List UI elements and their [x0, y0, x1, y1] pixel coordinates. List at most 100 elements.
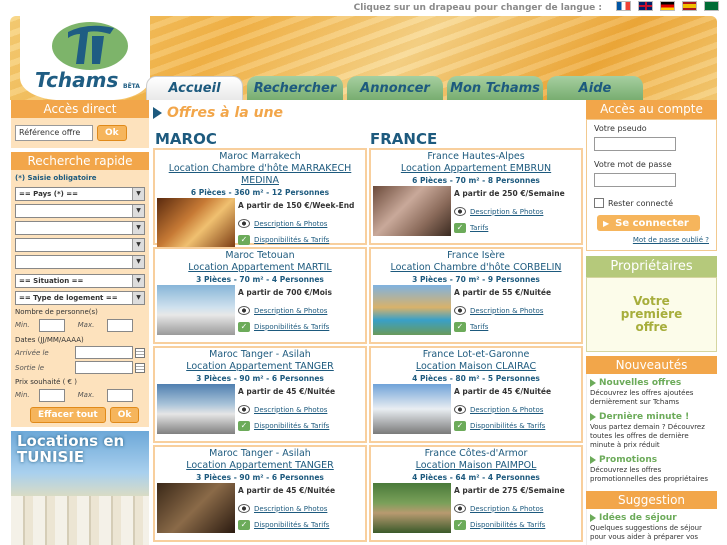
- offer-specs: 3 Pièces - 90 m² - 6 Personnes: [196, 473, 324, 482]
- tarifs-link[interactable]: Tarifs: [470, 224, 488, 232]
- reference-input[interactable]: Référence offre: [15, 125, 93, 141]
- disponibilites-tarifs-link[interactable]: Disponibilités & Tarifs: [254, 236, 329, 244]
- eye-icon: [454, 207, 466, 216]
- country-heading-france: FRANCE: [370, 130, 438, 148]
- description-photos-link[interactable]: Description & Photos: [254, 220, 327, 228]
- offer-title-link[interactable]: Location Maison CLAIRAC: [373, 361, 579, 373]
- sortie-input[interactable]: [75, 361, 133, 374]
- offer-card[interactable]: France Côtes-d'Armor Location Maison PAI…: [369, 445, 583, 542]
- offer-photo[interactable]: [373, 186, 451, 236]
- effacer-tout-button[interactable]: Effacer tout: [30, 407, 106, 423]
- disponibilites-tarifs-link[interactable]: Disponibilités & Tarifs: [254, 422, 329, 430]
- offer-title-link[interactable]: Location Appartement TANGER: [157, 460, 363, 472]
- offer-card[interactable]: France Isère Location Chambre d'hôte COR…: [369, 247, 583, 344]
- acces-direct-panel: Référence offre Ok: [11, 118, 149, 148]
- flag-ar-icon[interactable]: [704, 1, 719, 11]
- offer-card[interactable]: Maroc Marrakech Location Chambre d'hôte …: [153, 148, 367, 248]
- flag-de-icon[interactable]: [660, 1, 675, 11]
- quartier-select[interactable]: [15, 255, 145, 269]
- rester-connecte-checkbox[interactable]: [594, 198, 604, 208]
- suggestion-item-title[interactable]: Idées de séjour: [590, 512, 714, 524]
- nb-personnes-label: Nombre de personne(s): [15, 308, 98, 316]
- offer-photo[interactable]: [373, 384, 451, 434]
- type-logement-select[interactable]: == Type de logement ==: [15, 291, 145, 305]
- offer-price: A partir de 45 €/Nuitée: [238, 387, 336, 396]
- arrivee-input[interactable]: [75, 346, 133, 359]
- calendar-icon[interactable]: [135, 347, 145, 358]
- description-photos-link[interactable]: Description & Photos: [470, 406, 543, 414]
- description-photos-link[interactable]: Description & Photos: [470, 505, 543, 513]
- disponibilites-tarifs-link[interactable]: Disponibilités & Tarifs: [254, 521, 329, 529]
- password-input[interactable]: [594, 173, 676, 187]
- region-select[interactable]: [15, 204, 145, 218]
- news-item-title[interactable]: Nouvelles offres: [590, 377, 714, 389]
- offer-specs: 4 Pièces - 64 m² - 4 Personnes: [412, 473, 540, 482]
- offer-photo[interactable]: [373, 483, 451, 533]
- personnes-max-input[interactable]: [107, 318, 133, 332]
- description-photos-link[interactable]: Description & Photos: [254, 406, 327, 414]
- offer-title-link[interactable]: Location Appartement MARTIL: [157, 262, 363, 274]
- offer-card[interactable]: Maroc Tanger - Asilah Location Apparteme…: [153, 346, 367, 443]
- nouveautes-list: Nouvelles offres Découvrez les offres aj…: [586, 374, 717, 491]
- pays-select[interactable]: == Pays (*) ==: [15, 187, 145, 201]
- calendar-icon[interactable]: [135, 362, 145, 373]
- disponibilites-tarifs-link[interactable]: Disponibilités & Tarifs: [254, 323, 329, 331]
- tunisie-banner[interactable]: Locations en TUNISIE: [11, 431, 149, 545]
- situation-select[interactable]: == Situation ==: [15, 274, 145, 288]
- offer-price: A partir de 700 €/Mois: [238, 288, 332, 297]
- password-label: Votre mot de passe: [594, 160, 672, 169]
- offres-title: Offres à la une: [153, 100, 583, 126]
- tab-accueil[interactable]: Accueil: [146, 76, 243, 100]
- offer-title-link[interactable]: Location Appartement TANGER: [157, 361, 363, 373]
- flag-es-icon[interactable]: [682, 1, 697, 11]
- forgot-password-link[interactable]: Mot de passe oublié ?: [594, 236, 709, 246]
- check-icon: ✓: [454, 321, 466, 332]
- disponibilites-tarifs-link[interactable]: Disponibilités & Tarifs: [470, 521, 545, 529]
- offer-photo[interactable]: [157, 483, 235, 533]
- prix-max-input[interactable]: [107, 388, 133, 402]
- premiere-offre-banner[interactable]: Votre première offre: [586, 277, 717, 352]
- flag-fr-icon[interactable]: [616, 1, 631, 11]
- description-photos-link[interactable]: Description & Photos: [254, 505, 327, 513]
- offer-title-link[interactable]: Location Maison PAIMPOL: [373, 460, 579, 472]
- offer-title-link[interactable]: Location Chambre d'hôte CORBELIN: [373, 262, 579, 274]
- description-photos-link[interactable]: Description & Photos: [470, 208, 543, 216]
- departement-select[interactable]: [15, 221, 145, 235]
- eye-icon: [238, 306, 250, 315]
- offer-card[interactable]: France Lot-et-Garonne Location Maison CL…: [369, 346, 583, 443]
- news-item-text: Découvrez les offres promotionnelles des…: [590, 466, 709, 483]
- tarifs-link[interactable]: Tarifs: [470, 323, 488, 331]
- offer-photo[interactable]: [157, 384, 235, 434]
- se-connecter-label: Se connecter: [615, 217, 689, 229]
- search-ok-button[interactable]: Ok: [109, 407, 140, 423]
- offer-photo[interactable]: [157, 198, 235, 248]
- description-photos-link[interactable]: Description & Photos: [254, 307, 327, 315]
- offer-title-link[interactable]: Location Appartement EMBRUN: [373, 163, 579, 175]
- country-heading-maroc: MAROC: [155, 130, 217, 148]
- news-item-title[interactable]: Dernière minute !: [590, 411, 714, 423]
- logo[interactable]: Tchams BÊTA: [20, 14, 150, 100]
- offer-photo[interactable]: [373, 285, 451, 335]
- tab-mon-tchams[interactable]: Mon Tchams: [447, 76, 543, 100]
- se-connecter-button[interactable]: ▶ Se connecter: [597, 215, 700, 231]
- disponibilites-tarifs-link[interactable]: Disponibilités & Tarifs: [470, 422, 545, 430]
- pseudo-input[interactable]: [594, 137, 676, 151]
- offer-title-link[interactable]: Location Chambre d'hôte MARRAKECH MEDINA: [157, 163, 363, 187]
- offer-card[interactable]: Maroc Tetouan Location Appartement MARTI…: [153, 247, 367, 344]
- description-photos-link[interactable]: Description & Photos: [470, 307, 543, 315]
- tab-annoncer[interactable]: Annoncer: [347, 76, 443, 100]
- offer-region: France Lot-et-Garonne: [422, 349, 530, 360]
- ville-select[interactable]: [15, 238, 145, 252]
- tab-aide[interactable]: Aide: [547, 76, 643, 100]
- offer-photo[interactable]: [157, 285, 235, 335]
- offer-card[interactable]: Maroc Tanger - Asilah Location Apparteme…: [153, 445, 367, 542]
- reference-ok-button[interactable]: Ok: [97, 125, 127, 141]
- flag-uk-icon[interactable]: [638, 1, 653, 11]
- suggestion-item-text: Quelques suggestions de séjour pour vous…: [590, 524, 702, 541]
- left-sidebar: Accès direct Référence offre Ok Recherch…: [11, 100, 149, 545]
- tab-rechercher[interactable]: Rechercher: [247, 76, 343, 100]
- news-item-title[interactable]: Promotions: [590, 454, 714, 466]
- personnes-min-input[interactable]: [39, 318, 65, 332]
- prix-min-input[interactable]: [39, 388, 65, 402]
- offer-card[interactable]: France Hautes-Alpes Location Appartement…: [369, 148, 583, 245]
